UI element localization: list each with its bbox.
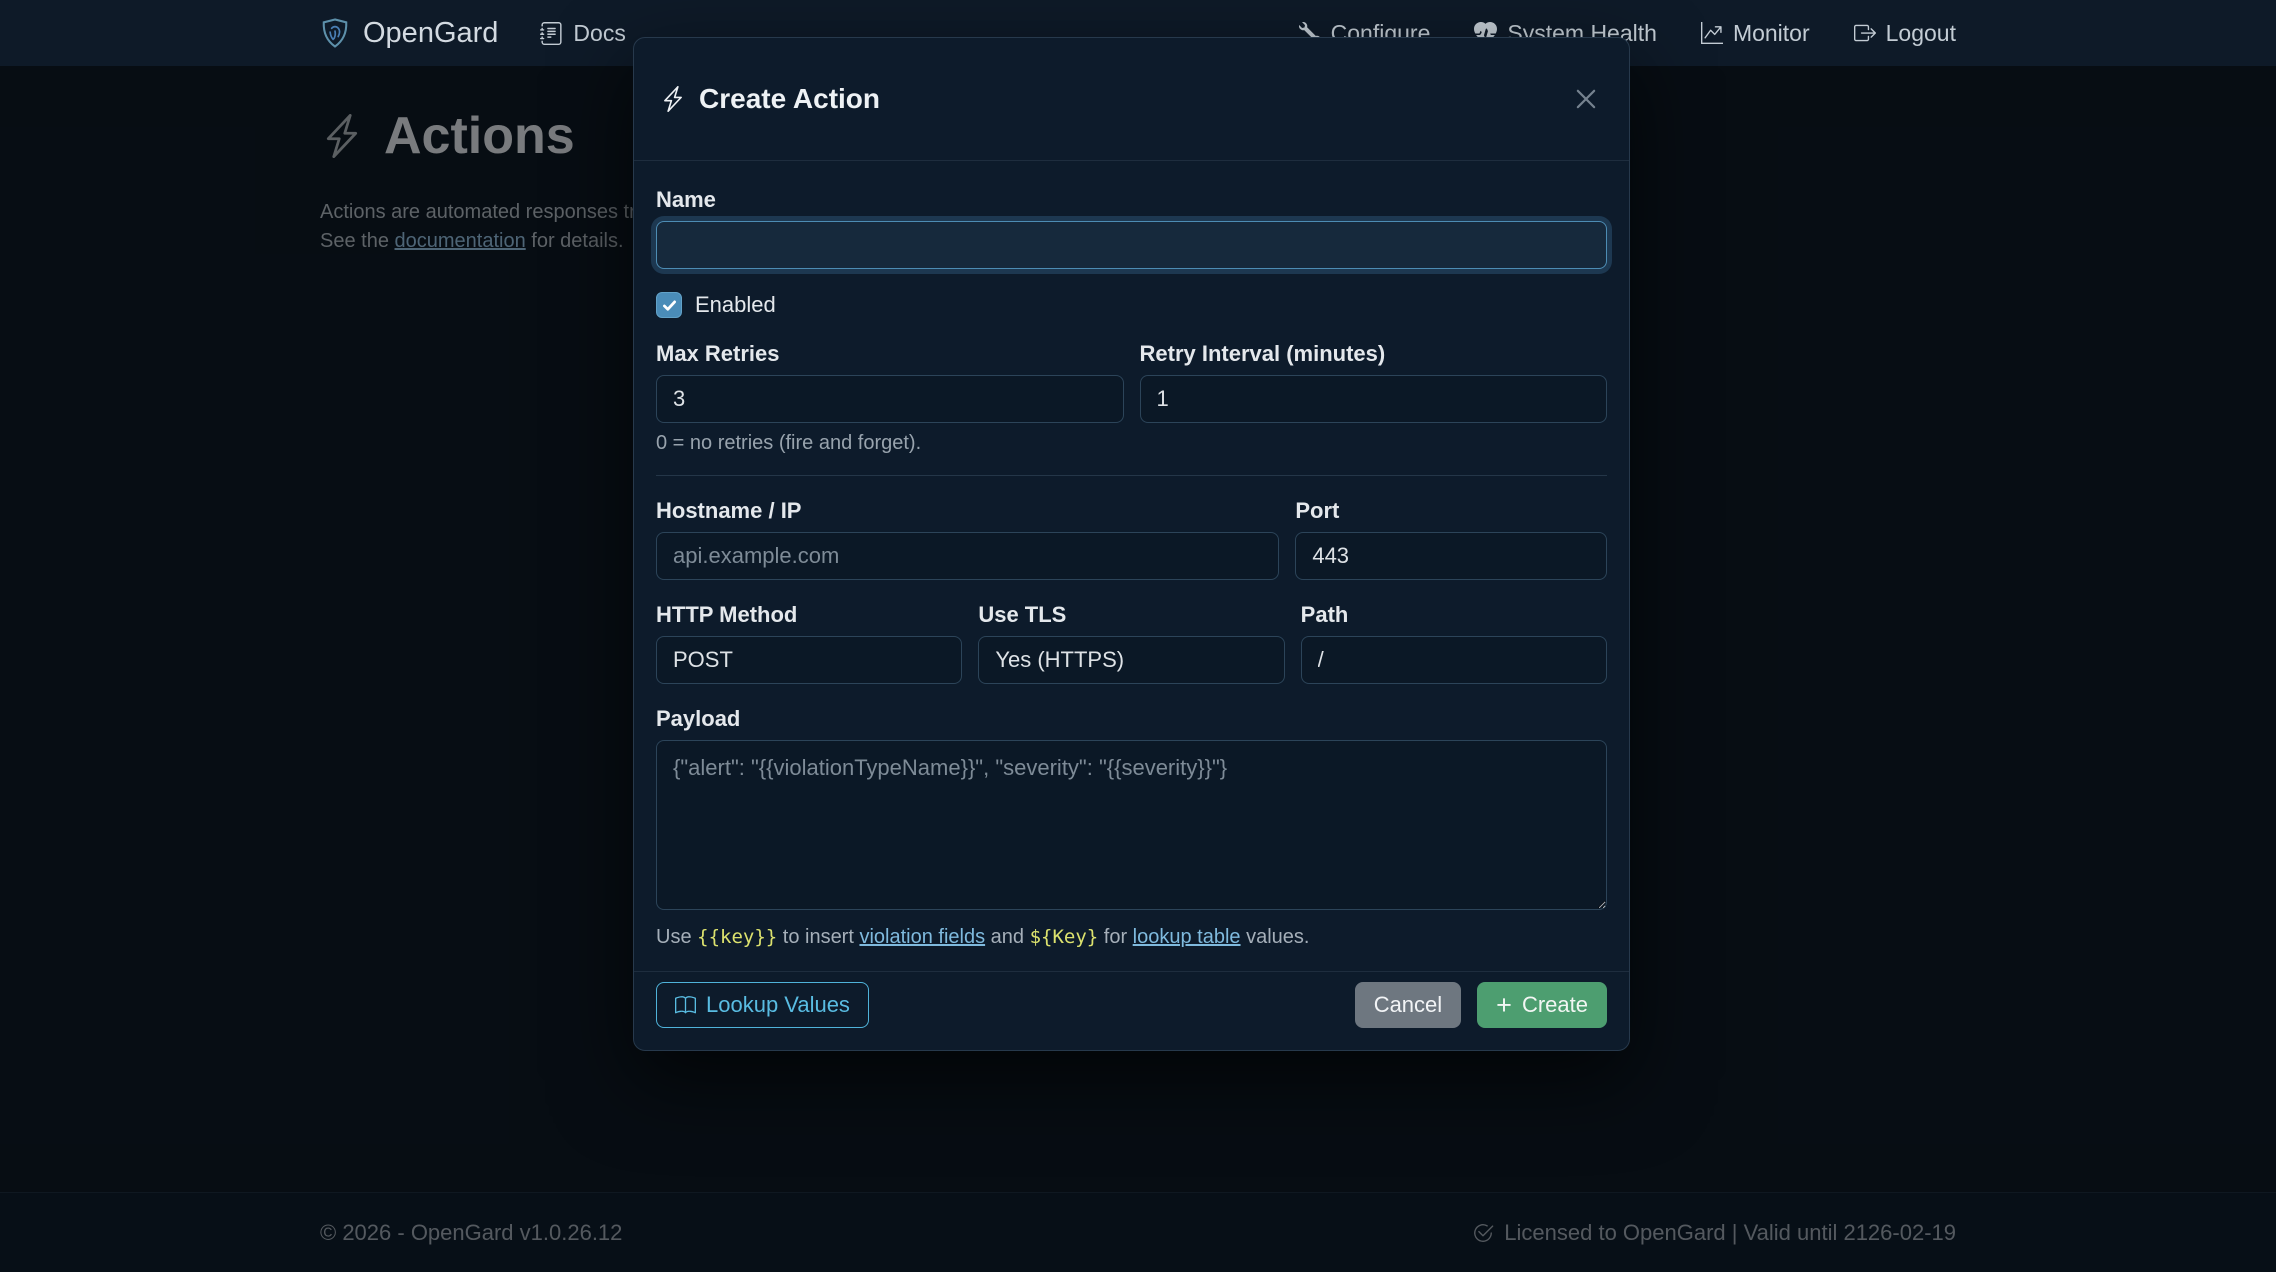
payload-label: Payload <box>656 706 1607 732</box>
graph-up-icon <box>1701 22 1723 44</box>
nav-logout-label: Logout <box>1886 20 1956 47</box>
nav-item-docs[interactable]: Docs <box>540 20 625 47</box>
cancel-button[interactable]: Cancel <box>1355 982 1461 1028</box>
max-retries-label: Max Retries <box>656 341 1124 367</box>
plus-icon: + <box>1496 992 1512 1019</box>
max-retries-input[interactable] <box>656 375 1124 423</box>
help-text: to insert <box>777 926 859 948</box>
book-icon <box>675 995 696 1016</box>
port-label: Port <box>1295 498 1607 524</box>
hostname-field-group: Hostname / IP <box>656 498 1279 580</box>
payload-textarea[interactable] <box>656 740 1607 910</box>
name-label: Name <box>656 187 1607 213</box>
create-action-modal: Create Action Name Enabled <box>633 37 1630 1051</box>
port-field-group: Port <box>1295 498 1607 580</box>
section-divider <box>656 475 1607 476</box>
http-method-select[interactable]: POST <box>656 636 962 684</box>
key-code-snippet: {{key}} <box>697 926 777 948</box>
close-button[interactable] <box>1569 82 1603 116</box>
max-retries-field-group: Max Retries <box>656 341 1124 423</box>
help-text: and <box>985 926 1029 948</box>
modal-footer: Lookup Values Cancel + Create <box>634 971 1629 1050</box>
help-text: Use <box>656 926 697 948</box>
modal-body: Name Enabled Max Retries Retry In <box>634 161 1629 971</box>
method-row: HTTP Method POST Use TLS Yes (HTTPS) Pat… <box>656 602 1607 684</box>
http-method-label: HTTP Method <box>656 602 962 628</box>
payload-help: Use {{key}} to insert violation fields a… <box>656 925 1607 949</box>
lookup-values-button[interactable]: Lookup Values <box>656 982 869 1028</box>
nav-item-monitor[interactable]: Monitor <box>1701 20 1810 47</box>
path-label: Path <box>1301 602 1607 628</box>
retry-interval-label: Retry Interval (minutes) <box>1140 341 1608 367</box>
logout-icon <box>1854 22 1876 44</box>
cancel-label: Cancel <box>1374 992 1442 1018</box>
payload-field-group: Payload Use {{key}} to insert violation … <box>656 706 1607 949</box>
checkmark-icon <box>661 297 678 314</box>
use-tls-label: Use TLS <box>978 602 1284 628</box>
brand[interactable]: OpenGard <box>320 17 498 50</box>
enabled-field-group: Enabled <box>656 291 1607 319</box>
modal-title: Create Action <box>660 83 880 115</box>
close-icon <box>1573 86 1599 112</box>
use-tls-select[interactable]: Yes (HTTPS) <box>978 636 1284 684</box>
name-input[interactable] <box>656 221 1607 269</box>
port-input[interactable] <box>1295 532 1607 580</box>
create-label: Create <box>1522 992 1588 1018</box>
enabled-checkbox[interactable] <box>656 292 682 318</box>
nav-item-logout[interactable]: Logout <box>1854 20 1956 47</box>
journal-icon <box>540 22 563 45</box>
violation-fields-link[interactable]: violation fields <box>859 926 985 948</box>
nav-docs-label: Docs <box>573 20 625 47</box>
enabled-label[interactable]: Enabled <box>695 292 776 318</box>
retry-interval-field-group: Retry Interval (minutes) <box>1140 341 1608 423</box>
retries-row: Max Retries Retry Interval (minutes) 0 =… <box>656 341 1607 453</box>
lookup-code-snippet: ${Key} <box>1030 926 1099 948</box>
modal-header: Create Action <box>634 38 1629 161</box>
modal-title-text: Create Action <box>699 83 880 115</box>
path-input[interactable] <box>1301 636 1607 684</box>
lightning-icon <box>660 86 686 112</box>
retry-interval-input[interactable] <box>1140 375 1608 423</box>
lookup-table-link[interactable]: lookup table <box>1133 926 1241 948</box>
nav-monitor-label: Monitor <box>1733 20 1810 47</box>
create-button[interactable]: + Create <box>1477 982 1607 1028</box>
max-retries-help: 0 = no retries (fire and forget). <box>656 433 1607 453</box>
path-field-group: Path <box>1301 602 1607 684</box>
lookup-values-label: Lookup Values <box>706 992 850 1018</box>
host-row: Hostname / IP Port <box>656 498 1607 580</box>
http-method-field-group: HTTP Method POST <box>656 602 962 684</box>
help-text: for <box>1098 926 1132 948</box>
use-tls-field-group: Use TLS Yes (HTTPS) <box>978 602 1284 684</box>
shield-logo-icon <box>320 18 350 48</box>
hostname-label: Hostname / IP <box>656 498 1279 524</box>
hostname-input[interactable] <box>656 532 1279 580</box>
help-text: values. <box>1241 926 1310 948</box>
name-field-group: Name <box>656 187 1607 269</box>
brand-label: OpenGard <box>363 17 498 50</box>
